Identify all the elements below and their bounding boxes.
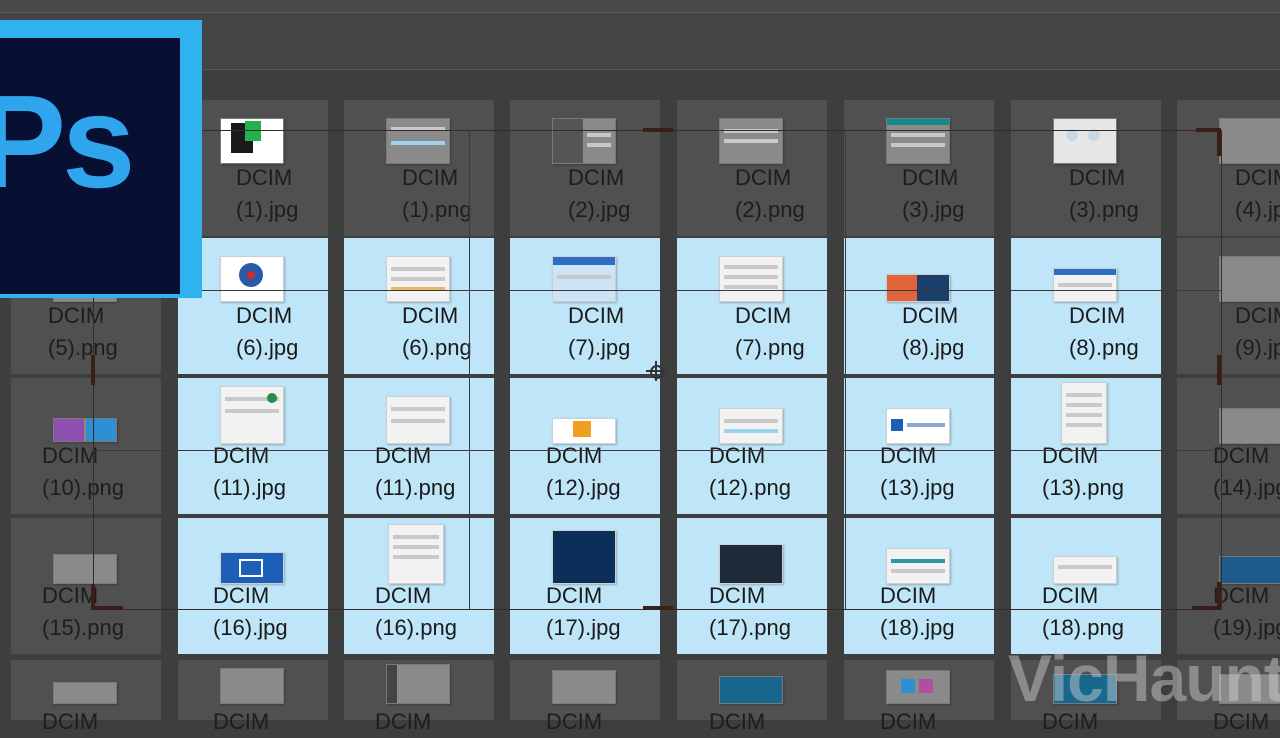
file-tile[interactable]: DCIM	[344, 660, 494, 734]
crop-handle-right-mid[interactable]	[1217, 355, 1221, 385]
file-tile[interactable]: DCIM	[510, 660, 660, 734]
crop-handle-left-mid[interactable]	[91, 355, 95, 385]
file-ext: (18).jpg	[880, 615, 955, 640]
thumbnail	[886, 670, 950, 704]
file-tile[interactable]: DCIM	[11, 660, 161, 734]
file-name: DCIM	[880, 709, 937, 734]
file-ext: (15).png	[42, 615, 124, 640]
file-name: DCIM	[709, 709, 766, 734]
file-ext: (16).jpg	[213, 615, 288, 640]
crop-handle-bottom-center[interactable]	[643, 606, 673, 610]
thumbnail	[552, 670, 616, 704]
thumbnail	[220, 668, 284, 704]
file-name: DCIM	[42, 709, 99, 734]
thumbnail	[719, 676, 783, 704]
file-tile[interactable]: DCIM	[677, 660, 827, 734]
file-tile[interactable]: DCIM	[844, 660, 994, 734]
file-name: DCIM	[213, 709, 270, 734]
crop-pivot-icon[interactable]	[646, 361, 666, 381]
file-ext: (17).jpg	[546, 615, 621, 640]
crop-handle-bottom-left[interactable]	[93, 606, 123, 610]
thumbnail	[53, 682, 117, 704]
file-tile[interactable]: DCIM	[178, 660, 328, 734]
file-name: DCIM	[546, 709, 603, 734]
thumbnail	[1219, 118, 1280, 164]
crop-handle-bottom-right-v[interactable]	[1217, 582, 1221, 610]
watermark: VicHaunt	[1008, 641, 1280, 715]
file-ext: (16).png	[375, 615, 457, 640]
file-ext: (17).png	[709, 615, 791, 640]
crop-handle-bottom-right[interactable]	[1192, 606, 1220, 610]
thumbnail	[1219, 256, 1280, 302]
thumbnail	[386, 664, 450, 704]
photoshop-logo: Ps	[0, 20, 202, 298]
crop-handle-top-center[interactable]	[643, 128, 673, 132]
thumbnail	[1219, 408, 1280, 444]
crop-handle-bottom-left-v[interactable]	[91, 584, 95, 610]
logo-text: Ps	[0, 68, 135, 215]
file-name: DCIM	[375, 709, 432, 734]
crop-handle-top-right-v[interactable]	[1217, 128, 1221, 156]
